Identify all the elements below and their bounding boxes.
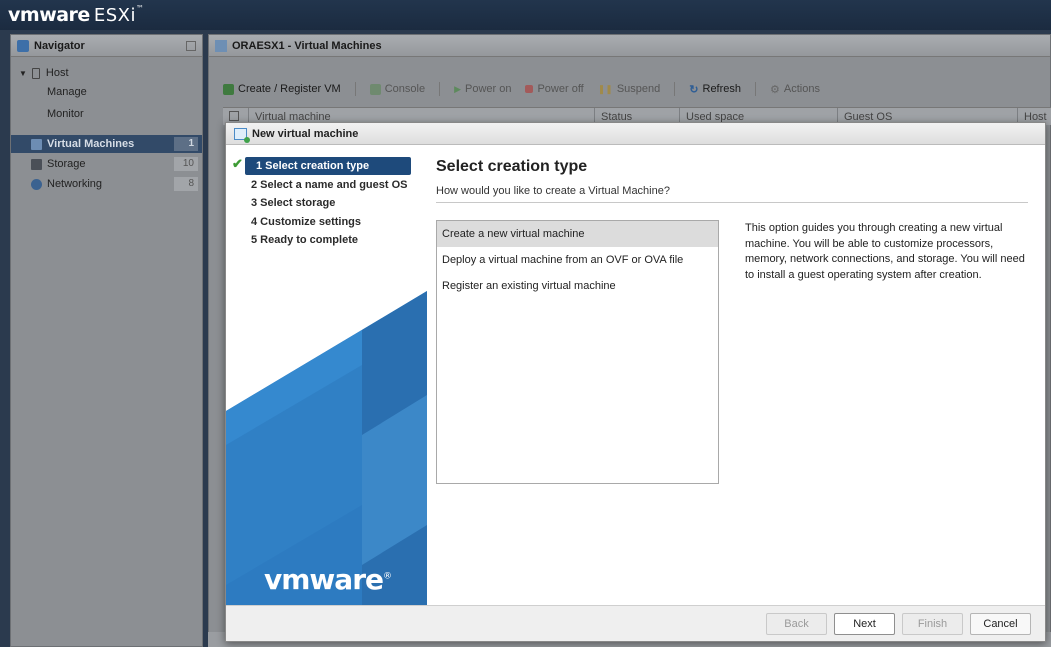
nav-item-networking[interactable]: Networking 8 [11,175,202,193]
check-icon: ✔ [232,156,243,171]
virtual-machines-icon [31,138,42,150]
gear-icon: ⚙ [770,83,780,96]
cancel-button[interactable]: Cancel [970,613,1031,635]
option-register-existing-vm[interactable]: Register an existing virtual machine [437,273,718,299]
storage-count-badge: 10 [174,157,198,171]
storage-icon [31,158,42,170]
power-off-button[interactable]: Power off [525,83,584,95]
nav-item-storage[interactable]: Storage 10 [11,155,202,173]
step-customize-settings[interactable]: 4 Customize settings [231,213,421,232]
page-subtitle: How would you like to create a Virtual M… [436,185,670,197]
page-title: Select creation type [436,158,588,175]
finish-button[interactable]: Finish [902,613,963,635]
creation-type-list: Create a new virtual machine Deploy a vi… [436,220,719,484]
new-vm-icon [234,127,250,143]
next-button[interactable]: Next [834,613,895,635]
option-deploy-ovf-ova[interactable]: Deploy a virtual machine from an OVF or … [437,247,718,273]
stop-icon [525,85,534,93]
host-icon [31,67,40,79]
wizard-steps-pane: vmware® ✔ 1 Select creation type 2 Selec… [226,145,427,605]
play-icon: ▶ [454,83,461,94]
step-select-creation-type[interactable]: ✔ 1 Select creation type [231,156,421,176]
expand-arrow-icon: ▼ [19,68,27,78]
vm-toolbar: Create / Register VM Console ▶ Power on P… [223,79,820,99]
create-register-vm-button[interactable]: Create / Register VM [223,83,341,95]
step-select-storage[interactable]: 3 Select storage [231,194,421,213]
new-vm-wizard: New virtual machine vmware® ✔ 1 Select c… [225,122,1046,642]
navigator-panel: Navigator ▼ Host Manage Monitor Virtual … [10,34,203,647]
nav-item-monitor[interactable]: Monitor [11,105,202,123]
toolbar-divider [354,82,356,96]
actions-button[interactable]: ⚙ Actions [770,83,820,96]
network-count-badge: 8 [174,177,198,191]
back-button[interactable]: Back [766,613,827,635]
navigator-icon [17,39,29,52]
wizard-footer: Back Next Finish Cancel [226,605,1045,641]
navigator-header: Navigator [11,35,202,57]
console-button[interactable]: Console [369,83,425,95]
option-description: This option guides you through creating … [745,222,1025,281]
toolbar-divider [674,82,676,96]
vm-list-icon [215,39,227,52]
pause-icon: ❚❚ [597,83,613,94]
power-on-button[interactable]: ▶ Power on [454,83,511,95]
vm-count-badge: 1 [174,137,198,151]
nav-item-virtual-machines[interactable]: Virtual Machines 1 [11,135,202,153]
option-create-new-vm[interactable]: Create a new virtual machine [437,221,718,247]
vmware-logo: vmware® [264,563,392,596]
wizard-step-list: ✔ 1 Select creation type 2 Select a name… [231,156,421,250]
refresh-button[interactable]: ↻ Refresh [689,83,741,96]
toolbar-divider [439,82,441,96]
wizard-content-pane: Select creation type How would you like … [427,145,1045,605]
vmware-esxi-logo: vmware ESXi™ [8,4,144,26]
nav-item-manage[interactable]: Manage [11,83,202,101]
toolbar-divider [755,82,757,96]
nav-item-host[interactable]: ▼ Host [11,64,202,82]
wizard-title-bar: New virtual machine [226,123,1045,145]
top-bar: vmware ESXi™ [0,0,1051,30]
divider [436,202,1028,203]
panel-header: ORAESX1 - Virtual Machines [209,35,1050,57]
console-icon [369,83,381,95]
suspend-button[interactable]: ❚❚ Suspend [598,83,661,95]
checkbox-icon [229,110,239,121]
step-ready-to-complete[interactable]: 5 Ready to complete [231,231,421,250]
networking-icon [31,178,42,190]
refresh-icon: ↻ [689,83,699,96]
collapse-icon[interactable] [186,40,196,51]
step-select-name-guest-os[interactable]: 2 Select a name and guest OS [231,176,421,195]
create-vm-icon [223,83,234,95]
